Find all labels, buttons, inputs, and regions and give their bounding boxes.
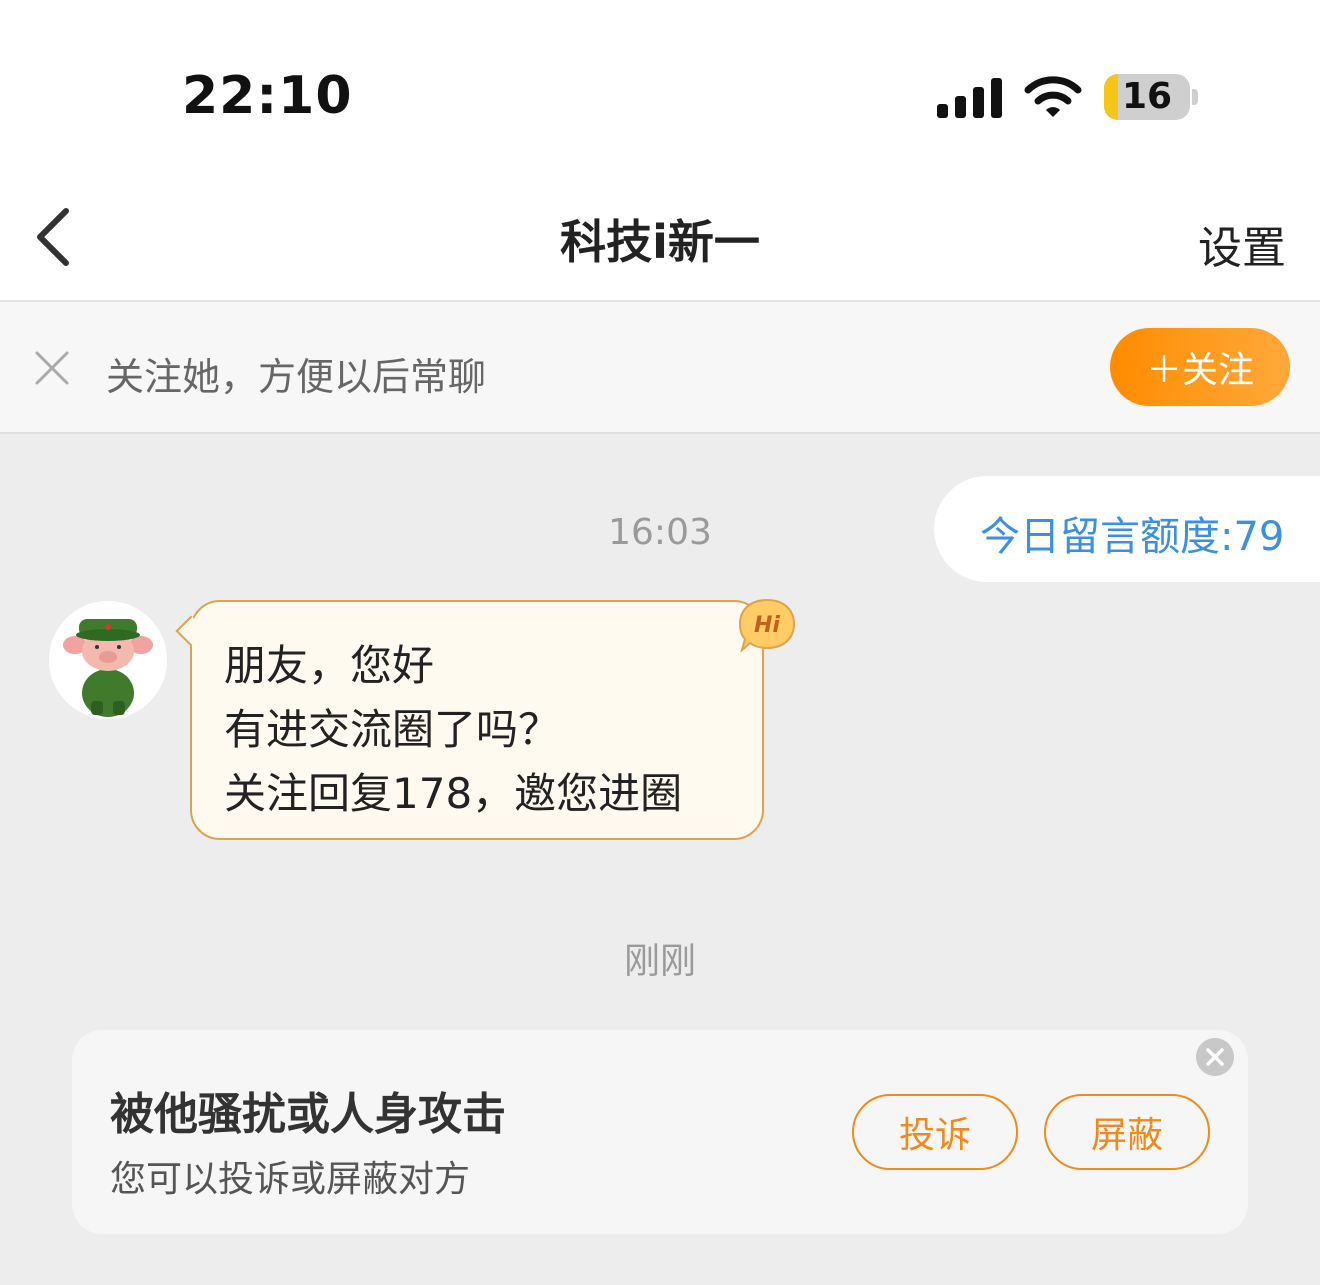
- message-line: 有进交流圈了吗？: [224, 705, 561, 754]
- battery-icon: 16: [1104, 74, 1190, 120]
- nav-bar: 科技i新一 设置: [0, 170, 1320, 302]
- avatar-image: [49, 601, 167, 719]
- status-time: 22:10: [182, 66, 353, 126]
- follow-button[interactable]: ＋关注: [1110, 328, 1290, 406]
- bubble-tail: [175, 615, 207, 647]
- safety-card-title: 被他骚扰或人身攻击: [110, 1089, 506, 1140]
- hi-badge-icon: Hi: [738, 598, 796, 652]
- battery-tip: [1192, 89, 1198, 105]
- close-icon[interactable]: [34, 350, 70, 386]
- message-timestamp: 16:03: [608, 512, 712, 553]
- block-button[interactable]: 屏蔽: [1044, 1094, 1210, 1170]
- message-quota-text: 今日留言额度:79: [980, 514, 1285, 560]
- message-line: 朋友，您好: [224, 641, 435, 690]
- settings-button[interactable]: 设置: [1198, 212, 1286, 276]
- signal-icon: [937, 76, 1003, 118]
- follow-suggestion-bar: 关注她，方便以后常聊 ＋关注: [0, 302, 1320, 434]
- close-icon[interactable]: [1196, 1038, 1234, 1076]
- status-bar: 22:10 16: [0, 0, 1320, 170]
- safety-card: 被他骚扰或人身攻击 您可以投诉或屏蔽对方 投诉 屏蔽: [72, 1030, 1248, 1234]
- wifi-icon: [1024, 76, 1082, 117]
- message-quota-bubble: 今日留言额度:79: [934, 476, 1320, 582]
- follow-prompt-text: 关注她，方便以后常聊: [106, 355, 487, 399]
- battery-level-text: 16: [1121, 76, 1173, 117]
- report-button[interactable]: 投诉: [852, 1094, 1018, 1170]
- message-bubble[interactable]: 朋友，您好 有进交流圈了吗？ 关注回复178，邀您进圈: [175, 600, 764, 840]
- hi-badge-text: Hi: [754, 613, 780, 638]
- safety-card-subtitle: 您可以投诉或屏蔽对方: [110, 1159, 471, 1200]
- message-timestamp: 刚刚: [623, 941, 696, 982]
- avatar[interactable]: [49, 601, 167, 719]
- message-line: 关注回复178，邀您进圈: [224, 769, 683, 818]
- page-title: 科技i新一: [560, 215, 760, 269]
